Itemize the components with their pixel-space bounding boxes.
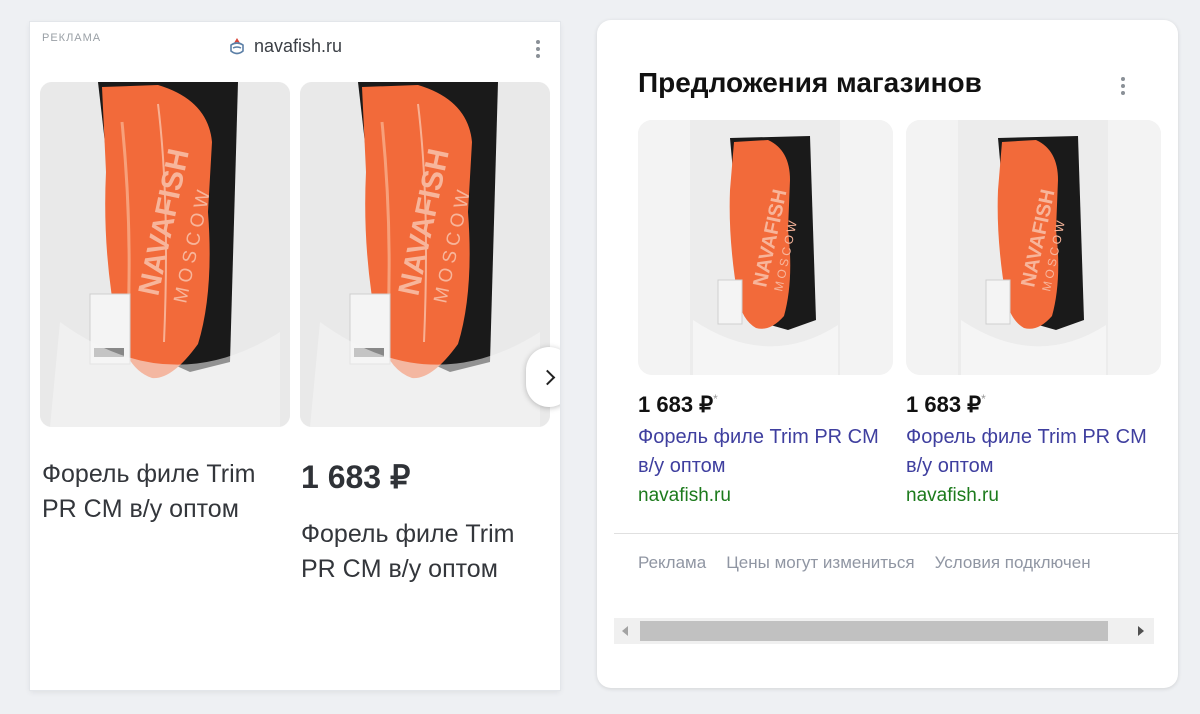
chevron-right-icon (539, 369, 556, 385)
ad-domain-link[interactable]: navafish.ru (228, 36, 342, 57)
ad-product-title[interactable]: Форель филе Trim PR CM в/у оптом (301, 517, 531, 587)
shop-offers-card: Предложения магазинов NAVAFISH MOSCOW 1 … (597, 20, 1178, 688)
navafish-logo-icon (230, 37, 244, 54)
offer-price: 1 683 ₽* (638, 392, 718, 417)
offer-title-link[interactable]: Форель филе Trim PR CM в/у оптом (638, 423, 888, 481)
more-vertical-icon[interactable] (536, 40, 540, 61)
footer-prices-note[interactable]: Цены могут измениться (726, 553, 914, 573)
ad-label: РЕКЛАМА (42, 32, 102, 44)
scroll-left-arrow-icon[interactable] (622, 626, 628, 636)
footer-ad-link[interactable]: Реклама (638, 553, 706, 573)
offer-price: 1 683 ₽* (906, 392, 986, 417)
ad-domain-text: navafish.ru (254, 36, 343, 56)
ad-card[interactable]: РЕКЛАМА navafish.ru NAVAFISH MOSCOW NAVA… (30, 22, 560, 690)
scrollbar-thumb[interactable] (640, 621, 1108, 641)
product-image[interactable]: NAVAFISH MOSCOW (300, 82, 550, 427)
offer-site[interactable]: navafish.ru (906, 485, 1161, 507)
footer-conditions-link[interactable]: Условия подключен (935, 553, 1091, 573)
offer-image[interactable]: NAVAFISH MOSCOW (906, 120, 1161, 375)
next-button[interactable] (526, 347, 560, 407)
shop-offers-title: Предложения магазинов (638, 67, 982, 98)
ad-price: 1 683 ₽ (301, 459, 411, 495)
offer-image[interactable]: NAVAFISH MOSCOW (638, 120, 893, 375)
price-footnote-mark: * (981, 392, 986, 406)
product-image[interactable]: NAVAFISH MOSCOW (40, 82, 290, 427)
offer-card[interactable]: NAVAFISH MOSCOW 1 683 ₽* Форель филе Tri… (638, 120, 893, 507)
offer-title-link[interactable]: Форель филе Trim PR CM в/у оптом (906, 423, 1156, 481)
horizontal-scrollbar[interactable] (614, 618, 1154, 644)
divider (614, 533, 1178, 534)
ad-product-title[interactable]: Форель филе Trim PR CM в/у оптом (42, 457, 272, 527)
more-vertical-icon[interactable] (1121, 77, 1125, 98)
offer-card[interactable]: NAVAFISH MOSCOW 1 683 ₽* Форель филе Tri… (906, 120, 1161, 507)
shop-footer: Реклама Цены могут измениться Условия по… (638, 553, 1091, 573)
scroll-right-arrow-icon[interactable] (1138, 626, 1144, 636)
price-footnote-mark: * (713, 392, 718, 406)
offer-site[interactable]: navafish.ru (638, 485, 893, 507)
